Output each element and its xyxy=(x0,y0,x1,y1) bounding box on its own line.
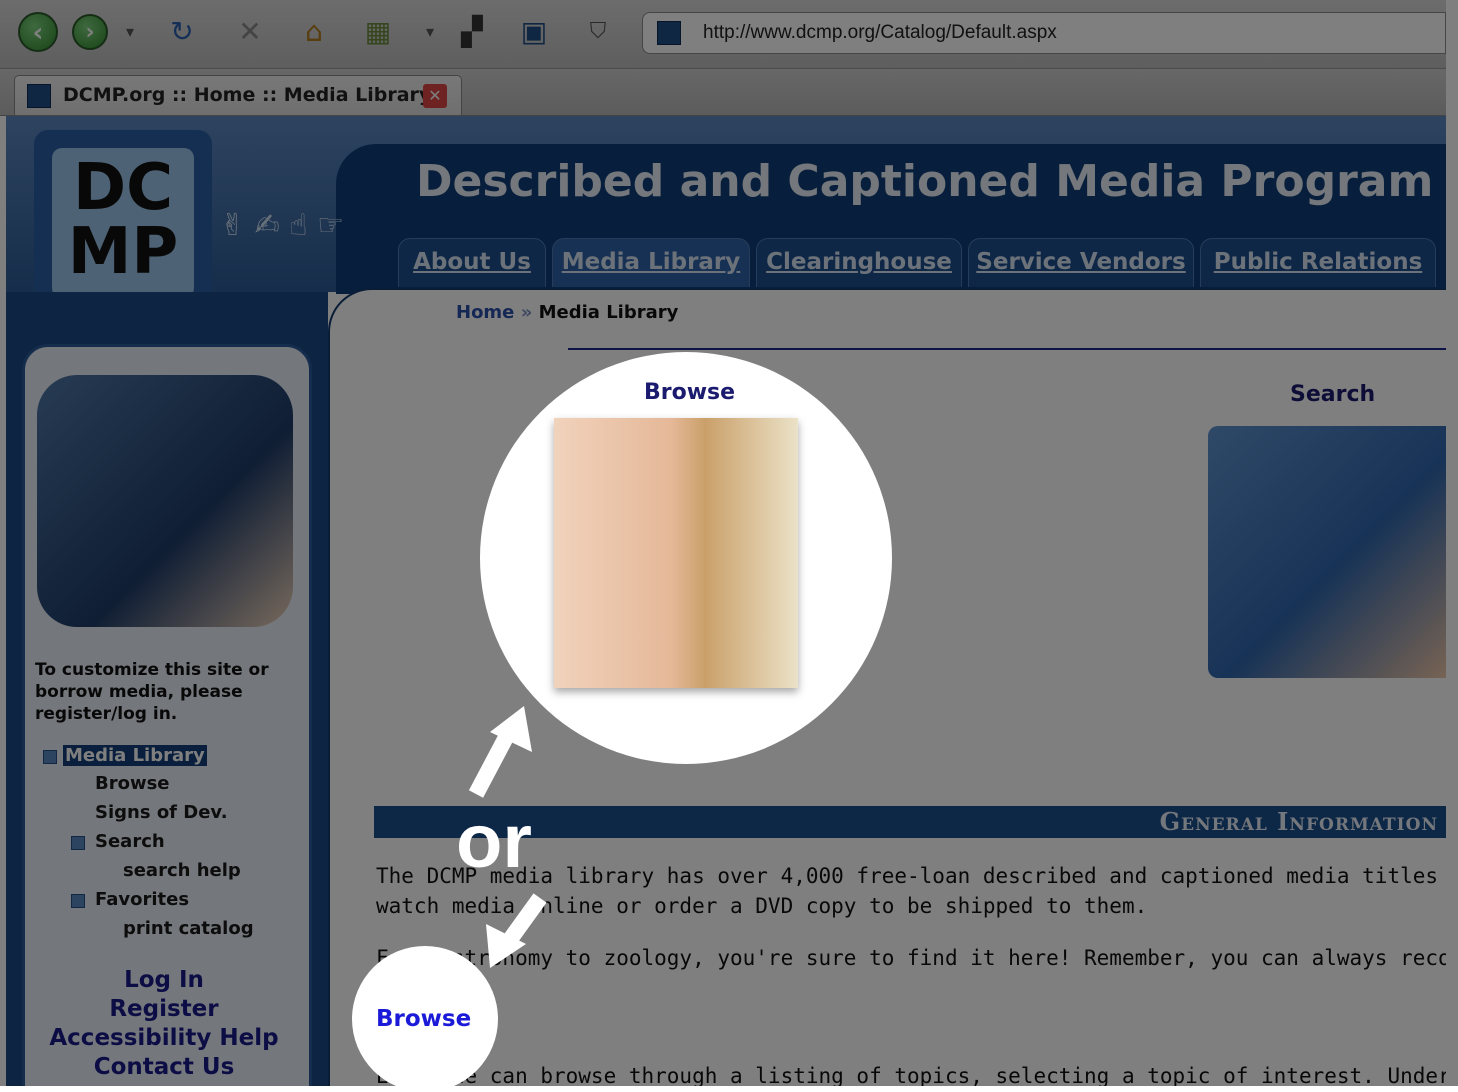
or-label: or xyxy=(456,799,532,884)
arrow-overlay xyxy=(468,706,547,968)
